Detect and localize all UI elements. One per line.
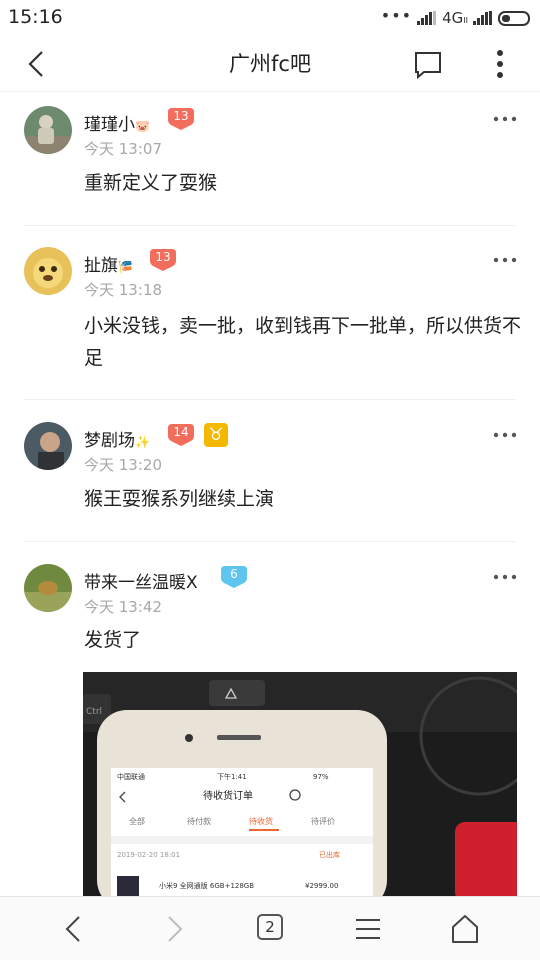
network-type: 4GII [442, 9, 468, 27]
avatar[interactable] [24, 564, 72, 612]
level-badge: 13 [150, 249, 176, 271]
comment-icon[interactable] [412, 50, 444, 80]
more-vertical-icon[interactable] [486, 46, 514, 82]
divider [24, 541, 516, 542]
keyboard-key-label: Ctrl [86, 707, 102, 717]
avatar[interactable] [24, 422, 72, 470]
phone-title: 待收货订单 [203, 789, 253, 802]
status-time: 15:16 [8, 6, 63, 28]
more-horizontal-icon[interactable] [492, 572, 518, 582]
phone-carrier: 中国联通 [117, 772, 145, 781]
home-icon[interactable] [447, 911, 483, 947]
phone-tab: 全部 [129, 816, 145, 826]
post-time: 今天 13:20 [84, 456, 162, 474]
post-photo[interactable]: Ctrl 中国联通 下午1:41 97% 待收货订单 全部 待付款 待收货 待评… [83, 672, 517, 896]
more-horizontal-icon[interactable] [492, 430, 518, 440]
post-content: 发货了 [84, 629, 142, 651]
level-badge: 6 [221, 566, 247, 588]
phone-tab: 待付款 [187, 816, 211, 826]
post-content: 猴王耍猴系列继续上演 [84, 488, 275, 510]
username[interactable]: 瑾瑾小🐷 [84, 110, 150, 135]
phone-tab: 待评价 [311, 816, 335, 826]
taurus-zodiac-icon: ♉ [204, 423, 228, 447]
level-badge: 14 [168, 424, 194, 446]
order-product: 小米9 全网通版 6GB+128GB [159, 881, 254, 890]
notification-dots-icon: ••• [380, 5, 413, 25]
browser-back-icon[interactable] [56, 911, 92, 947]
post-content: 重新定义了耍猴 [84, 172, 218, 194]
browser-forward-icon[interactable] [156, 911, 192, 947]
order-price: ¥2999.00 [305, 882, 338, 890]
more-horizontal-icon[interactable] [492, 114, 518, 124]
signal-icon-2 [473, 11, 492, 25]
more-horizontal-icon[interactable] [492, 255, 518, 265]
username[interactable]: 扯旗🎏 [84, 251, 133, 276]
tab-count-button[interactable]: 2 [257, 914, 283, 940]
avatar[interactable] [24, 247, 72, 295]
pig-badge-icon: 🐷 [135, 119, 150, 133]
divider [24, 225, 516, 226]
bottom-toolbar: 2 [0, 896, 540, 960]
flag-badge-icon: 🎏 [118, 260, 133, 274]
post-time: 今天 13:18 [84, 281, 162, 299]
nav-bar: 广州fc吧 [0, 36, 540, 92]
divider [24, 399, 516, 400]
signal-icon [417, 11, 437, 25]
forum-title: 广州fc吧 [229, 52, 311, 76]
level-badge: 13 [168, 108, 194, 130]
order-date: 2019-02-20 18:01 [117, 851, 180, 859]
post-content: 小米没钱，卖一批，收到钱再下一批单，所以供货不足 [84, 315, 522, 369]
order-status: 已出库 [319, 850, 340, 859]
battery-icon [498, 10, 530, 26]
phone-tab-active: 待收货 [249, 816, 273, 826]
post-time: 今天 13:42 [84, 598, 162, 616]
post-time: 今天 13:07 [84, 140, 162, 158]
status-bar: 15:16 ••• 4GII [0, 0, 540, 36]
username[interactable]: 梦剧场✨ [84, 426, 150, 451]
sparkle-badge-icon: ✨ [135, 435, 150, 449]
menu-icon[interactable] [350, 911, 386, 947]
username[interactable]: 带来一丝温暖X [84, 568, 198, 593]
status-indicators: ••• 4GII [380, 5, 530, 28]
phone-time: 下午1:41 [217, 772, 247, 781]
avatar[interactable] [24, 106, 72, 154]
phone-battery: 97% [313, 773, 329, 781]
